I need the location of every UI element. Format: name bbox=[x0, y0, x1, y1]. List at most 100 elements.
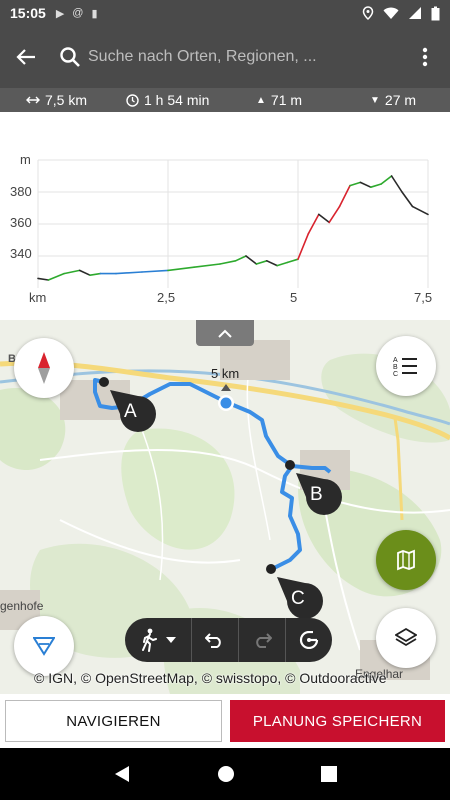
elevation-segment bbox=[328, 205, 341, 224]
location-button[interactable] bbox=[14, 616, 74, 676]
status-left-icons: ▶ @ ▮ bbox=[56, 7, 98, 20]
elevation-segment bbox=[89, 272, 102, 276]
waypoint-label: B bbox=[310, 484, 323, 505]
current-position-dot bbox=[220, 397, 232, 409]
return-to-start-button[interactable] bbox=[285, 618, 332, 662]
arrow-left-icon bbox=[16, 49, 35, 65]
map-layers-button[interactable] bbox=[376, 608, 436, 668]
system-navigation-bar bbox=[0, 748, 450, 800]
elevation-segment bbox=[115, 271, 143, 275]
elevation-segment bbox=[276, 261, 289, 267]
waypoint-label: A bbox=[124, 401, 137, 422]
navigate-button[interactable]: NAVIGIEREN bbox=[5, 700, 222, 742]
route-stats-bar: 7,5 km 1 h 54 min ▲ 71 m ▼ 27 m bbox=[0, 88, 450, 112]
signal-icon bbox=[409, 7, 421, 19]
waypoint-list-button[interactable]: A B C bbox=[376, 336, 436, 396]
elevation-segment bbox=[411, 205, 429, 216]
elevation-profile[interactable]: m 380 360 340 km 2,5 5 7,5 bbox=[0, 112, 450, 320]
elevation-segment bbox=[255, 260, 268, 265]
elevation-segment bbox=[193, 263, 221, 268]
status-right-icons bbox=[362, 6, 440, 21]
elevation-segment bbox=[286, 258, 299, 264]
stat-duration: 1 h 54 min bbox=[126, 92, 209, 108]
chevron-down-icon bbox=[166, 637, 176, 643]
map-plan-icon bbox=[397, 549, 415, 571]
undo-icon bbox=[205, 633, 221, 648]
elevation-segment bbox=[167, 266, 195, 272]
more-vertical-icon bbox=[422, 47, 428, 67]
elevation-segment bbox=[390, 175, 403, 193]
distance-marker-label: 5 km bbox=[211, 366, 239, 381]
wifi-icon bbox=[383, 7, 399, 19]
map-attribution: © IGN, © OpenStreetMap, © swisstopo, © O… bbox=[34, 670, 387, 686]
app-bar bbox=[0, 26, 450, 88]
nav-home-icon[interactable] bbox=[217, 765, 235, 783]
elevation-segment bbox=[234, 255, 247, 262]
elevation-segment bbox=[219, 260, 237, 265]
descent-triangle-icon: ▼ bbox=[370, 94, 380, 106]
x-axis-unit: km bbox=[29, 290, 46, 305]
compass-button[interactable] bbox=[14, 338, 74, 398]
status-bar: 15:05 ▶ @ ▮ bbox=[0, 0, 450, 26]
elevation-segment bbox=[317, 213, 331, 224]
svg-text:C: C bbox=[393, 371, 398, 377]
play-icon: ▶ bbox=[55, 7, 65, 20]
elevation-segment bbox=[369, 183, 383, 188]
sd-card-icon: ▮ bbox=[91, 7, 98, 20]
sort-list-icon: A B C bbox=[393, 357, 417, 377]
elevation-segment bbox=[359, 181, 372, 188]
elevation-segment bbox=[245, 255, 258, 265]
status-time: 15:05 bbox=[10, 5, 46, 21]
bottom-actions: NAVIGIEREN PLANUNG SPEICHERN bbox=[0, 694, 450, 748]
back-button[interactable] bbox=[0, 26, 52, 88]
ascent-value: 71 m bbox=[270, 92, 303, 108]
save-plan-button[interactable]: PLANUNG SPEICHERN bbox=[230, 700, 445, 742]
route-planner-button[interactable] bbox=[376, 530, 436, 590]
redo-button[interactable] bbox=[238, 618, 285, 662]
svg-text:B: B bbox=[393, 364, 398, 371]
route-editing-toolbar bbox=[125, 618, 332, 662]
elevation-segment bbox=[47, 272, 65, 281]
x-tick-label: 5 bbox=[290, 290, 297, 305]
compass-icon bbox=[38, 352, 50, 384]
svg-text:A: A bbox=[393, 357, 398, 364]
distance-value: 7,5 km bbox=[45, 92, 88, 108]
y-tick-label: 380 bbox=[10, 184, 32, 199]
chevron-up-icon bbox=[218, 329, 232, 338]
stat-descent: ▼ 27 m bbox=[370, 92, 416, 108]
duration-value: 1 h 54 min bbox=[144, 92, 210, 108]
elevation-chart: m 380 360 340 km 2,5 5 7,5 bbox=[10, 152, 432, 305]
elevation-segment bbox=[265, 260, 279, 267]
elevation-segment bbox=[380, 175, 393, 185]
elevation-segment bbox=[37, 277, 50, 281]
x-tick-label: 2,5 bbox=[157, 290, 175, 305]
elevation-segment bbox=[78, 269, 91, 276]
stat-distance: 7,5 km bbox=[26, 92, 87, 108]
loop-route-icon bbox=[299, 631, 319, 649]
activity-selector-button[interactable] bbox=[125, 618, 191, 662]
location-arrow-icon bbox=[33, 637, 55, 656]
elevation-segment bbox=[141, 269, 169, 273]
search-input[interactable] bbox=[88, 48, 400, 66]
layers-icon bbox=[395, 627, 417, 647]
collapse-profile-button[interactable] bbox=[196, 320, 254, 346]
elevation-segment bbox=[63, 269, 81, 275]
location-icon bbox=[362, 6, 374, 20]
at-icon: @ bbox=[72, 6, 84, 19]
search-field[interactable] bbox=[52, 37, 400, 77]
descent-value: 27 m bbox=[384, 92, 417, 108]
distance-arrows-icon bbox=[26, 96, 40, 104]
elevation-segment bbox=[297, 232, 310, 260]
redo-icon bbox=[256, 633, 272, 648]
more-options-button[interactable] bbox=[400, 26, 450, 88]
hiking-icon bbox=[142, 628, 157, 652]
undo-button[interactable] bbox=[191, 618, 238, 662]
elevation-segment bbox=[401, 191, 414, 208]
waypoint-label: C bbox=[291, 588, 305, 609]
clock-icon bbox=[126, 93, 139, 107]
place-label: genhofe bbox=[0, 599, 44, 613]
nav-back-icon[interactable] bbox=[113, 765, 131, 783]
battery-icon bbox=[431, 6, 440, 20]
map-view[interactable]: B1 genhofe Engelhar 5 km A B C bbox=[0, 320, 450, 694]
nav-recents-icon[interactable] bbox=[321, 766, 337, 782]
